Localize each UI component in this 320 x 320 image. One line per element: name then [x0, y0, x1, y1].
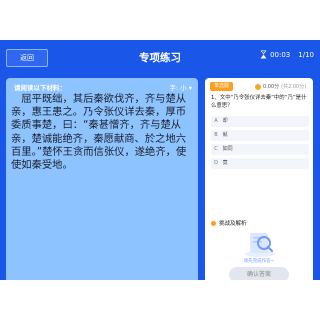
option-letter: D — [214, 160, 218, 166]
explain-hint: 请先完成作答~ — [243, 259, 275, 264]
option-letter: A — [214, 118, 218, 124]
option-letter: B — [214, 132, 218, 138]
question-card: 单选题 0.00分 (共2.00分) 1、文中“乃令张仪详去秦”中的“乃”是什么… — [205, 78, 313, 280]
option-text: 竟 — [222, 160, 228, 166]
hourglass-icon — [260, 50, 267, 59]
explain-heading: 挑战及解析 — [211, 219, 247, 227]
option-text: 就 — [222, 132, 228, 138]
font-size-select[interactable]: 字: 小 ▾ — [169, 82, 192, 92]
reading-title: 请阅读以下材料： — [14, 84, 66, 92]
score: 0.00分 (共2.00分) — [255, 83, 306, 90]
practice-screen: 返回 专项练习 00:03 1/10 请阅读以下材料： 字: 小 ▾ 屈平既绌，… — [0, 40, 320, 280]
magnifier-illustration-icon — [242, 228, 278, 258]
option-text: 如同 — [222, 146, 233, 152]
question-progress: 1/10 — [298, 50, 314, 59]
reading-panel: 请阅读以下材料： 字: 小 ▾ 屈平既绌，其后秦欲伐齐，齐与楚从亲，惠王患之。乃… — [6, 78, 198, 280]
score-value: 0.00分 — [263, 84, 280, 90]
option-a[interactable]: A 却 — [211, 116, 309, 127]
option-c[interactable]: C 如同 — [211, 144, 309, 155]
question-type-badge: 单选题 — [210, 82, 234, 91]
passage-text: 屈平既绌，其后秦欲伐齐，齐与楚从亲，惠王患之。乃令张仪详去秦，厚币委质事楚，曰：… — [11, 93, 187, 172]
coin-icon — [255, 83, 261, 90]
option-letter: C — [214, 146, 218, 152]
option-b[interactable]: B 就 — [211, 130, 309, 141]
explain-dot-icon — [211, 220, 216, 226]
confirm-answer-button[interactable]: 确认答案 — [229, 267, 289, 280]
score-max: (共2.00分) — [281, 84, 307, 90]
option-d[interactable]: D 竟 — [211, 158, 309, 169]
timer: 00:03 — [270, 50, 291, 59]
option-text: 却 — [222, 118, 228, 124]
header-status: 00:03 1/10 — [260, 50, 314, 59]
explain-label: 挑战及解析 — [219, 221, 247, 227]
question-text: 1、文中“乃令张仪详去秦”中的“乃”是什么意思？ — [211, 95, 307, 109]
